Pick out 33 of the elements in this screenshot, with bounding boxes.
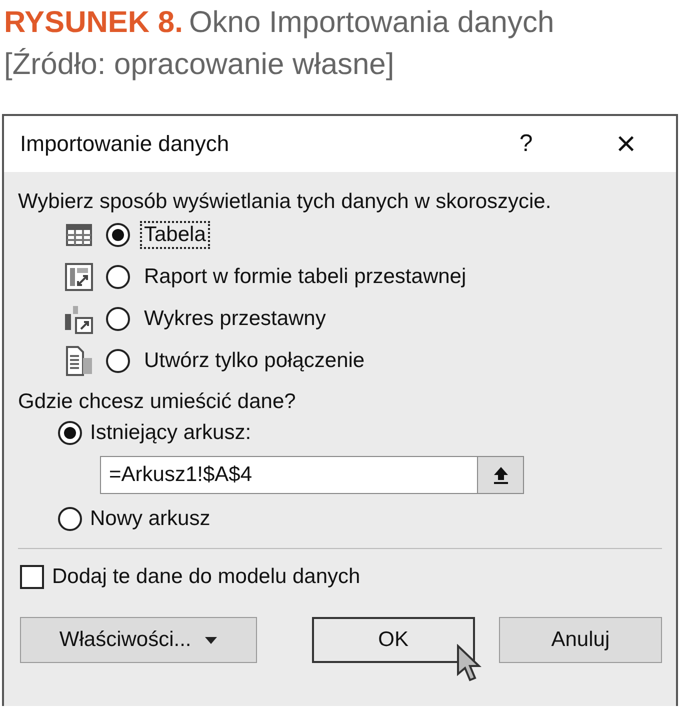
option-label[interactable]: Nowy arkusz bbox=[90, 507, 210, 531]
option-label[interactable]: Tabela bbox=[140, 221, 210, 249]
document-icon bbox=[65, 346, 93, 376]
radio-button[interactable] bbox=[106, 223, 130, 247]
checkbox[interactable] bbox=[20, 565, 44, 589]
radio-button[interactable] bbox=[58, 421, 82, 445]
collapse-button[interactable] bbox=[478, 456, 524, 494]
table-icon bbox=[66, 224, 92, 246]
option-label[interactable]: Raport w formie tabeli przestawnej bbox=[140, 263, 470, 291]
figure-source: [Źródło: opracowanie własne] bbox=[4, 47, 394, 83]
properties-button[interactable]: Właściwości... bbox=[20, 617, 257, 663]
section-prompt: Wybierz sposób wyświetlania tych danych w skoroszycie. bbox=[18, 190, 552, 214]
radio-button[interactable] bbox=[106, 349, 130, 373]
figure-title: Okno Importowania danych bbox=[188, 5, 554, 41]
option-label[interactable]: Wykres przestawny bbox=[140, 305, 330, 333]
range-field[interactable]: =Arkusz1!$A$4 bbox=[100, 456, 478, 494]
dropdown-caret-icon bbox=[205, 636, 218, 644]
option-label[interactable]: Utwórz tylko połączenie bbox=[140, 347, 369, 375]
pivot-chart-icon bbox=[64, 304, 94, 334]
checkbox-label[interactable]: Dodaj te dane do modelu danych bbox=[52, 565, 360, 589]
section-prompt: Gdzie chcesz umieścić dane? bbox=[18, 390, 297, 414]
upload-arrow-icon bbox=[492, 466, 508, 484]
help-button[interactable]: ? bbox=[476, 116, 576, 172]
close-button[interactable]: × bbox=[576, 116, 676, 172]
radio-button[interactable] bbox=[106, 265, 130, 289]
cancel-button[interactable]: Anuluj bbox=[498, 617, 662, 663]
pivot-table-icon bbox=[65, 263, 93, 291]
window-title: Importowanie danych bbox=[20, 131, 230, 157]
radio-button[interactable] bbox=[58, 507, 82, 531]
ok-button[interactable]: OK bbox=[312, 617, 475, 663]
figure-label: RYSUNEK 8. bbox=[4, 5, 183, 41]
option-label[interactable]: Istniejący arkusz: bbox=[90, 421, 252, 445]
radio-button[interactable] bbox=[106, 307, 130, 331]
